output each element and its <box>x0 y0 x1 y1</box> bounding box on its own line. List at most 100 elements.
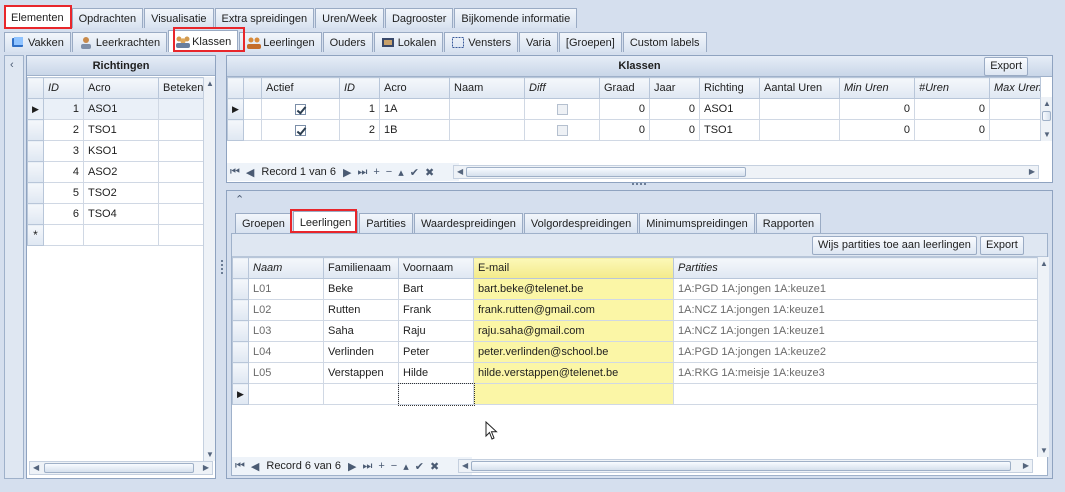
cell-max-uren[interactable] <box>989 98 1041 120</box>
actief-checkbox[interactable] <box>295 103 306 115</box>
cell-uren[interactable]: 0 <box>914 119 990 141</box>
row-indicator[interactable] <box>232 320 249 342</box>
add-record-icon[interactable]: + <box>373 166 379 178</box>
table-row[interactable]: L03 Saha Raju raju.saha@gmail.com 1A:NCZ 1A:… <box>232 320 1038 342</box>
col-header-familienaam[interactable]: Familienaam <box>323 257 399 279</box>
row-indicator[interactable] <box>27 182 44 204</box>
cell-id[interactable]: 3 <box>43 140 84 162</box>
cell-naam[interactable]: L04 <box>248 341 324 363</box>
table-row[interactable]: 2 1B 0 0 TSO1 0 0 <box>227 119 1041 141</box>
klassen-export-button[interactable]: Export <box>984 57 1028 76</box>
cell-email[interactable]: bart.beke@telenet.be <box>473 278 674 300</box>
group-cell[interactable] <box>243 98 262 120</box>
cell-voornaam[interactable]: Bart <box>398 278 474 300</box>
cell-id[interactable]: 6 <box>43 203 84 225</box>
tab-vakken[interactable]: Vakken <box>4 32 71 52</box>
cell-partities[interactable]: 1A:PGD 1A:jongen 1A:keuze1 <box>673 278 1038 300</box>
next-record-icon[interactable]: ▶ <box>343 166 351 179</box>
chevron-left-icon[interactable]: ‹ <box>10 59 14 71</box>
last-record-icon[interactable]: ⏭ <box>357 166 367 179</box>
cell-jaar[interactable]: 0 <box>649 119 700 141</box>
empty-cell[interactable] <box>248 383 324 405</box>
vertical-splitter-grip[interactable] <box>221 260 224 274</box>
cell-familienaam[interactable]: Verlinden <box>323 341 399 363</box>
cell-id[interactable]: 2 <box>339 119 380 141</box>
cell-betekenis[interactable] <box>158 140 204 162</box>
col-header-partities[interactable]: Partities <box>673 257 1038 279</box>
left-collapse-strip[interactable]: ‹ <box>4 55 24 479</box>
next-record-icon[interactable]: ▶ <box>348 460 356 473</box>
tab-varia[interactable]: Varia <box>519 32 558 52</box>
cell-partities[interactable]: 1A:NCZ 1A:jongen 1A:keuze1 <box>673 320 1038 342</box>
col-header-id[interactable]: ID <box>339 77 380 99</box>
table-row[interactable]: 4 ASO2 <box>27 161 204 183</box>
cell-familienaam[interactable]: Rutten <box>323 299 399 321</box>
prev-record-icon[interactable]: ◀ <box>251 460 259 473</box>
col-header-email[interactable]: E-mail <box>473 257 674 279</box>
empty-cell[interactable] <box>673 383 1038 405</box>
row-indicator[interactable] <box>27 140 44 162</box>
tab-dagrooster[interactable]: Dagrooster <box>384 8 454 28</box>
col-header-graad[interactable]: Graad <box>599 77 650 99</box>
table-row[interactable]: L02 Rutten Frank frank.rutten@gmail.com 1A:N… <box>232 299 1038 321</box>
delete-record-icon[interactable]: − <box>391 460 397 472</box>
row-indicator[interactable] <box>232 299 249 321</box>
richtingen-hscroll[interactable]: ◀ ▶ <box>29 461 213 475</box>
cell-richting[interactable]: TSO1 <box>699 119 760 141</box>
col-header-betekenis[interactable]: Betekenis <box>158 77 204 99</box>
cell-partities[interactable]: 1A:PGD 1A:jongen 1A:keuze2 <box>673 341 1038 363</box>
cell-id[interactable]: 1 <box>43 98 84 120</box>
empty-cell[interactable] <box>397 382 475 406</box>
cell-acro[interactable]: TSO1 <box>83 119 159 141</box>
move-up-icon[interactable]: ▴ <box>403 460 409 473</box>
table-row[interactable]: L04 Verlinden Peter peter.verlinden@school.… <box>232 341 1038 363</box>
cell-uren[interactable]: 0 <box>914 98 990 120</box>
empty-cell[interactable] <box>323 383 399 405</box>
tab-uren-week[interactable]: Uren/Week <box>315 8 384 28</box>
table-row[interactable]: 2 TSO1 <box>27 119 204 141</box>
cell-acro[interactable]: TSO2 <box>83 182 159 204</box>
cell-familienaam[interactable]: Saha <box>323 320 399 342</box>
table-row[interactable]: ▶ 1 ASO1 <box>27 98 204 120</box>
col-header-actief[interactable]: Actief <box>261 77 340 99</box>
prev-record-icon[interactable]: ◀ <box>246 166 254 179</box>
cell-naam[interactable]: L05 <box>248 362 324 384</box>
move-up-icon[interactable]: ▴ <box>398 166 404 179</box>
cell-betekenis[interactable] <box>158 182 204 204</box>
cell-graad[interactable]: 0 <box>599 98 650 120</box>
cell-graad[interactable]: 0 <box>599 119 650 141</box>
col-header-max-uren[interactable]: Max Uren <box>989 77 1041 99</box>
col-header-uren[interactable]: #Uren <box>914 77 990 99</box>
tab-extra-spreidingen[interactable]: Extra spreidingen <box>214 8 315 28</box>
subtab-minimumspreidingen[interactable]: Minimumspreidingen <box>639 213 755 233</box>
cell-id[interactable]: 2 <box>43 119 84 141</box>
confirm-icon[interactable]: ✔ <box>410 166 419 179</box>
cell-acro[interactable]: ASO1 <box>83 98 159 120</box>
table-row[interactable]: 6 TSO4 <box>27 203 204 225</box>
cell-id[interactable]: 1 <box>339 98 380 120</box>
splitter-grip[interactable] <box>632 183 646 187</box>
subtab-partities[interactable]: Partities <box>359 213 413 233</box>
cell-voornaam[interactable]: Raju <box>398 320 474 342</box>
row-indicator[interactable] <box>27 161 44 183</box>
actief-checkbox[interactable] <box>295 124 306 136</box>
cell-acro[interactable]: KSO1 <box>83 140 159 162</box>
empty-cell[interactable] <box>83 224 159 246</box>
cell-naam[interactable]: L02 <box>248 299 324 321</box>
leerlingen-export-button[interactable]: Export <box>980 236 1024 255</box>
cell-betekenis[interactable] <box>158 161 204 183</box>
row-indicator[interactable]: ▶ <box>232 383 249 405</box>
col-header-min-uren[interactable]: Min Uren <box>839 77 915 99</box>
table-row[interactable]: 3 KSO1 <box>27 140 204 162</box>
cell-diff[interactable] <box>524 98 600 120</box>
first-record-icon[interactable]: ⏮ <box>230 166 240 179</box>
table-row[interactable]: L05 Verstappen Hilde hilde.verstappen@telen… <box>232 362 1038 384</box>
row-indicator[interactable]: ▶ <box>27 98 44 120</box>
cell-email[interactable]: raju.saha@gmail.com <box>473 320 674 342</box>
empty-cell[interactable] <box>43 224 84 246</box>
col-header-naam[interactable]: Naam <box>248 257 324 279</box>
add-record-icon[interactable]: + <box>378 460 384 472</box>
cell-acro[interactable]: 1A <box>379 98 450 120</box>
diff-checkbox[interactable] <box>556 103 568 115</box>
col-header-acro[interactable]: Acro <box>83 77 159 99</box>
